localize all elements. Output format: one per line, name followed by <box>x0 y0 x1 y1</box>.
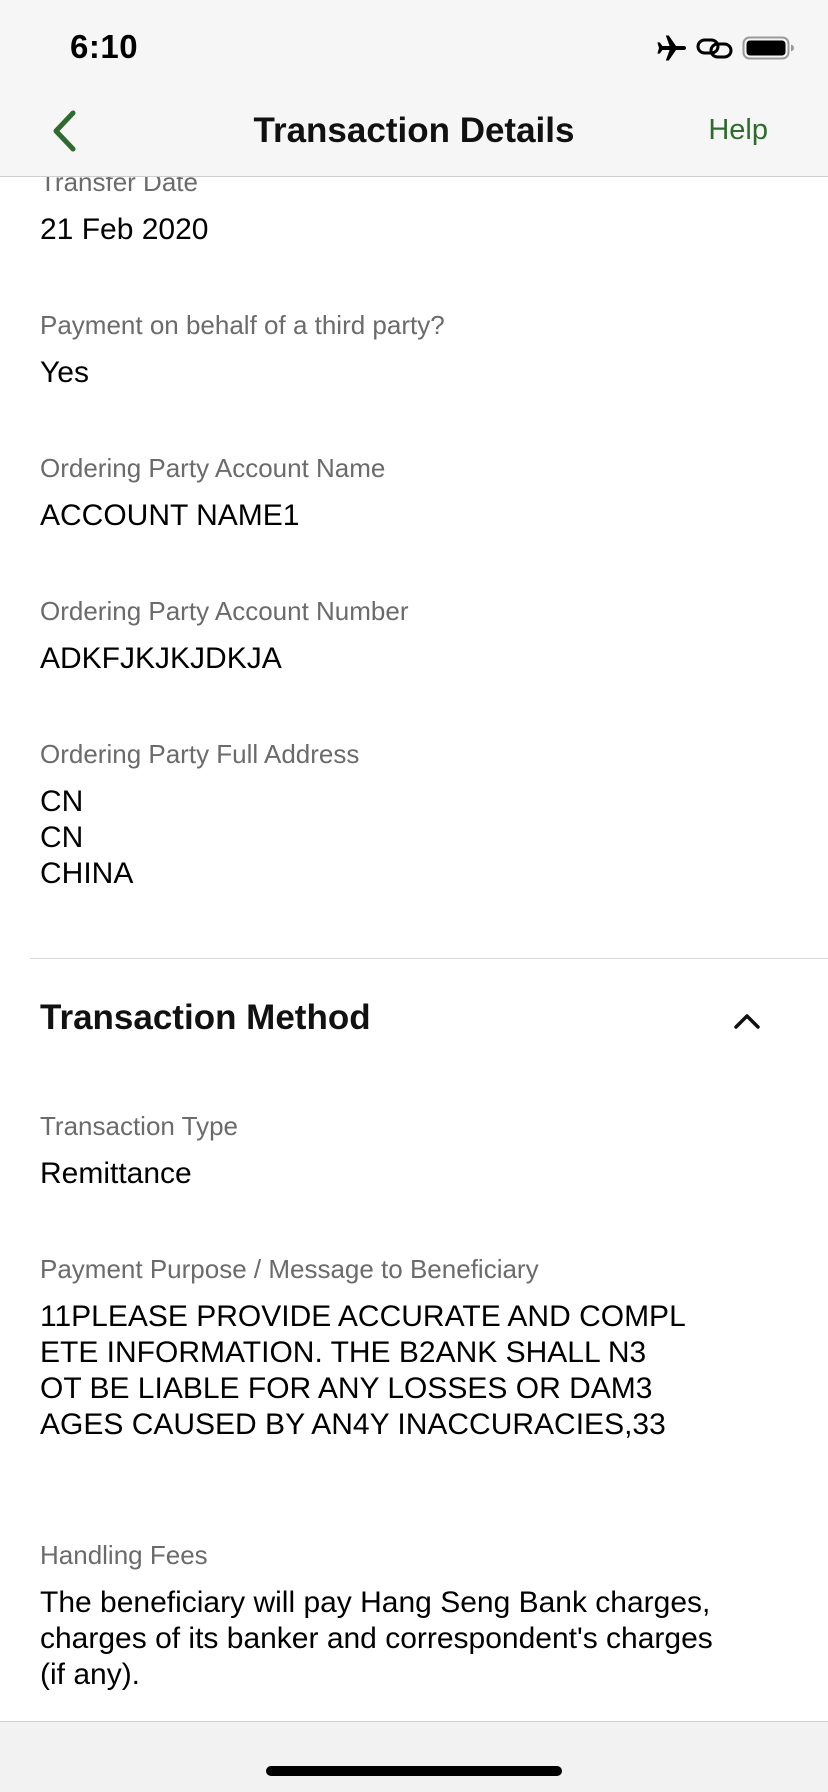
field-transaction-type: Transaction Type Remittance <box>40 1110 788 1192</box>
address-line: CN <box>40 821 84 854</box>
home-indicator-area <box>0 1722 828 1792</box>
field-ordering-party-account-name: Ordering Party Account Name ACCOUNT NAME… <box>40 452 788 534</box>
link-icon <box>696 38 733 59</box>
address-line: CHINA <box>40 857 134 890</box>
field-value: The beneficiary will pay Hang Seng Bank … <box>40 1585 788 1693</box>
help-link[interactable]: Help <box>708 114 768 147</box>
screen: Transfer Date 21 Feb 2020 Payment on beh… <box>0 0 828 1792</box>
status-time: 6:10 <box>70 28 139 65</box>
message-line: OT BE LIABLE FOR ANY LOSSES OR DAM3 <box>40 1372 653 1405</box>
fees-line: (if any). <box>40 1658 141 1691</box>
field-value: ACCOUNT NAME1 <box>40 499 300 532</box>
field-third-party: Payment on behalf of a third party? Yes <box>40 309 788 391</box>
field-value: Remittance <box>40 1157 192 1190</box>
field-value: ADKFJKJKJDKJA <box>40 642 282 675</box>
field-ordering-party-full-address: Ordering Party Full Address CN CN CHINA <box>40 738 788 892</box>
field-label: Payment Purpose / Message to Beneficiary <box>40 1254 539 1284</box>
field-label: Ordering Party Account Number <box>40 596 409 626</box>
transaction-details-content[interactable]: Transfer Date 21 Feb 2020 Payment on beh… <box>0 0 828 1722</box>
battery-icon <box>742 36 794 60</box>
fees-line: charges of its banker and correspondent'… <box>40 1622 713 1655</box>
airplane-icon <box>657 35 686 61</box>
field-label: Ordering Party Account Name <box>40 453 386 483</box>
message-line: 11PLEASE PROVIDE ACCURATE AND COMPL <box>40 1300 686 1333</box>
field-label: Payment on behalf of a third party? <box>40 310 445 340</box>
page-title: Transaction Details <box>253 111 575 150</box>
field-transfer-date: Transfer Date 21 Feb 2020 <box>40 166 788 248</box>
field-value: CN CN CHINA <box>40 784 788 892</box>
chevron-up-icon[interactable] <box>730 1004 764 1038</box>
message-line: AGES CAUSED BY AN4Y INACCURACIES,33 <box>40 1408 666 1441</box>
field-ordering-party-account-number: Ordering Party Account Number ADKFJKJKJD… <box>40 595 788 677</box>
address-line: CN <box>40 785 84 818</box>
message-line: ETE INFORMATION. THE B2ANK SHALL N3 <box>40 1336 647 1369</box>
section-title: Transaction Method <box>40 998 371 1037</box>
field-label: Handling Fees <box>40 1540 208 1570</box>
fees-line: The beneficiary will pay Hang Seng Bank … <box>40 1586 711 1619</box>
field-handling-fees: Handling Fees The beneficiary will pay H… <box>40 1539 788 1693</box>
status-icons <box>656 34 796 62</box>
top-bar: 6:10 Transaction Details Help <box>0 0 828 177</box>
field-value: 21 Feb 2020 <box>40 213 209 246</box>
field-payment-purpose: Payment Purpose / Message to Beneficiary… <box>40 1253 788 1443</box>
field-value: Yes <box>40 356 89 389</box>
field-value: 11PLEASE PROVIDE ACCURATE AND COMPL ETE … <box>40 1299 788 1443</box>
home-indicator[interactable] <box>266 1766 562 1776</box>
section-header-transaction-method[interactable]: Transaction Method <box>40 996 788 1044</box>
field-label: Transaction Type <box>40 1111 238 1141</box>
section-divider <box>30 958 828 959</box>
field-label: Ordering Party Full Address <box>40 739 360 769</box>
